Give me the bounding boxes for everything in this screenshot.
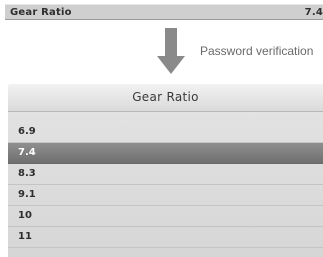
- screen: Gear Ratio 7.4 Password verification Gea…: [0, 0, 323, 257]
- list-item[interactable]: 9.1: [8, 185, 323, 206]
- list-item[interactable]: 11: [8, 227, 323, 248]
- panel-header: Gear Ratio: [8, 84, 323, 112]
- setting-label: Gear Ratio: [10, 7, 72, 18]
- list-item-label: 10: [18, 210, 32, 221]
- list-item[interactable]: 8.3: [8, 164, 323, 185]
- list-item-label: 7.4: [18, 147, 36, 158]
- panel-title: Gear Ratio: [132, 90, 199, 104]
- list-item-label: 8.3: [18, 168, 36, 179]
- gear-ratio-list-panel: Gear Ratio 6.9 7.4 8.3 9.1 10 11: [8, 84, 323, 257]
- list-item-label: 9.1: [18, 189, 36, 200]
- option-list: 6.9 7.4 8.3 9.1 10 11: [8, 122, 323, 248]
- arrow-down-icon: [157, 28, 185, 74]
- list-item-label: 11: [18, 231, 32, 242]
- list-item-selected[interactable]: 7.4: [8, 143, 323, 164]
- list-item-label: 6.9: [18, 126, 36, 137]
- password-verification-label: Password verification: [200, 44, 314, 58]
- gear-ratio-setting-row[interactable]: Gear Ratio 7.4: [5, 4, 323, 20]
- list-item[interactable]: 10: [8, 206, 323, 227]
- list-item[interactable]: 6.9: [8, 122, 323, 143]
- setting-value: 7.4: [304, 7, 323, 18]
